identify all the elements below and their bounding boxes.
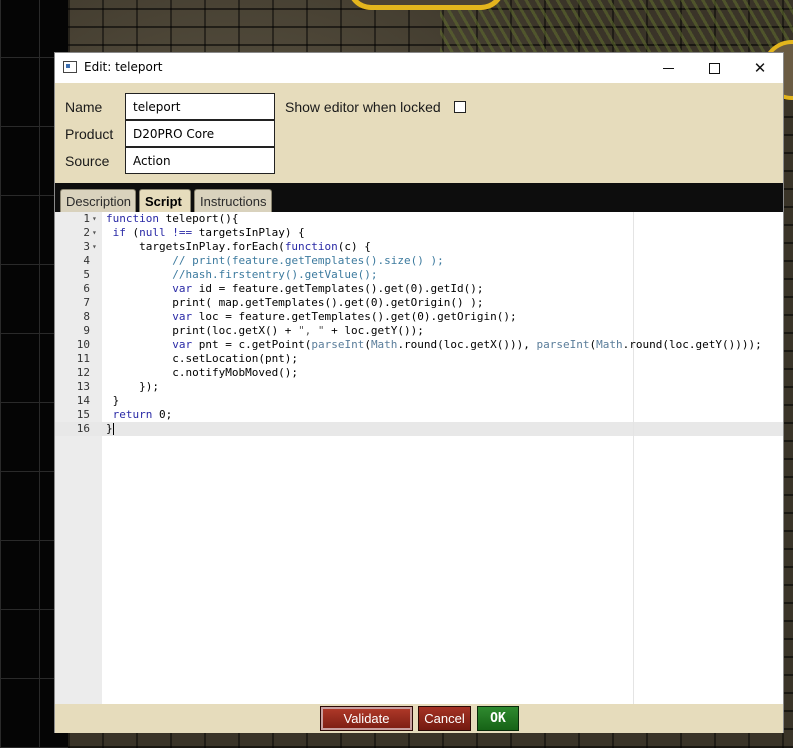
code-text: if (null !== targetsInPlay) { [112,226,305,239]
window-app-icon [63,61,77,73]
code-line[interactable]: 7 print( map.getTemplates().get(0).getOr… [55,296,783,310]
code-line[interactable]: 12 c.notifyMobMoved(); [55,366,783,380]
code-text: var loc = feature.getTemplates().get(0).… [172,310,517,323]
source-label: Source [65,153,110,169]
ok-button[interactable]: OK [477,706,519,731]
code-line[interactable]: 9 print(loc.getX() + ", " + loc.getY()); [55,324,783,338]
line-number: 14 [76,394,90,407]
code-text: // print(feature.getTemplates().size() )… [172,254,444,267]
edit-dialog: Edit: teleport ✕ Name teleport Product D… [54,52,784,733]
maximize-button[interactable] [691,53,737,83]
title-bar[interactable]: Edit: teleport ✕ [55,53,783,83]
cancel-button[interactable]: Cancel [418,706,471,731]
line-number: 7 [83,296,90,309]
code-line[interactable]: 2 ▾ if (null !== targetsInPlay) { [55,226,783,240]
code-line[interactable]: 11 c.setLocation(pnt); [55,352,783,366]
code-text: print( map.getTemplates().get(0).getOrig… [106,296,484,309]
map-token[interactable] [347,0,505,10]
code-line[interactable]: 8 var loc = feature.getTemplates().get(0… [55,310,783,324]
tab-script[interactable]: Script [139,189,191,212]
line-number: 13 [76,380,90,393]
code-text: }); [106,380,159,393]
text-cursor [113,423,114,435]
line-number: 11 [76,352,90,365]
properties-panel: Name teleport Product D20PRO Core Source… [55,83,783,183]
code-line[interactable]: 4 // print(feature.getTemplates().size()… [55,254,783,268]
show-editor-checkbox[interactable] [454,101,466,113]
maximize-icon [708,62,720,74]
code-text: print(loc.getX() + ", " + loc.getY()); [106,324,424,337]
close-icon: ✕ [753,59,767,77]
code-line[interactable]: 16} [55,422,783,436]
code-text: c.notifyMobMoved(); [106,366,299,379]
name-field[interactable]: teleport [125,93,275,120]
code-text: return 0; [112,408,173,421]
line-number: 16 [76,422,90,435]
line-number: 10 [76,338,90,351]
line-number: 8 [83,310,90,323]
show-editor-label: Show editor when locked [285,99,441,115]
window-title: Edit: teleport [84,60,163,74]
fold-toggle-icon[interactable]: ▾ [92,212,100,226]
line-number: 6 [83,282,90,295]
code-text: } [106,422,113,435]
line-number: 9 [83,324,90,337]
code-line[interactable]: 10 var pnt = c.getPoint(parseInt(Math.ro… [55,338,783,352]
script-editor[interactable]: 1 ▾ function teleport(){2 ▾ if (null !== ta… [55,212,783,704]
line-number: 4 [83,254,90,267]
code-text: var id = feature.getTemplates().get(0).g… [172,282,484,295]
fold-toggle-icon[interactable]: ▾ [92,240,100,254]
tab-strip: Description Script Instructions [55,183,783,212]
map-grass-area [440,0,793,52]
tab-description[interactable]: Description [60,189,136,212]
line-number: 15 [76,408,90,421]
close-button[interactable]: ✕ [737,53,783,83]
code-line[interactable]: 3 ▾ targetsInPlay.forEach(function(c) { [55,240,783,254]
minimize-button[interactable] [645,53,691,83]
code-text: c.setLocation(pnt); [106,352,299,365]
tab-instructions[interactable]: Instructions [194,189,272,212]
code-text: var pnt = c.getPoint(parseInt(Math.round… [172,338,762,351]
code-line[interactable]: 5 //hash.firstentry().getValue(); [55,268,783,282]
code-text: targetsInPlay.forEach(function(c) { [106,240,371,253]
line-number: 1 [83,212,90,225]
minimize-icon [662,67,674,69]
line-number: 12 [76,366,90,379]
code-line[interactable]: 6 var id = feature.getTemplates().get(0)… [55,282,783,296]
fold-toggle-icon[interactable]: ▾ [92,226,100,240]
line-number: 3 [83,240,90,253]
code-text: function teleport(){ [106,212,239,225]
name-label: Name [65,99,103,115]
dialog-footer: Validate Cancel OK [55,704,783,733]
code-text: //hash.firstentry().getValue(); [172,268,378,281]
code-line[interactable]: 14 } [55,394,783,408]
code-line[interactable]: 13 }); [55,380,783,394]
validate-button[interactable]: Validate [320,706,413,731]
source-field[interactable]: Action [125,147,275,174]
line-number: 2 [83,226,90,239]
code-line[interactable]: 1 ▾ function teleport(){ [55,212,783,226]
product-field[interactable]: D20PRO Core [125,120,275,147]
code-text: } [106,394,120,407]
code-line[interactable]: 15 return 0; [55,408,783,422]
line-number: 5 [83,268,90,281]
product-label: Product [65,126,114,142]
